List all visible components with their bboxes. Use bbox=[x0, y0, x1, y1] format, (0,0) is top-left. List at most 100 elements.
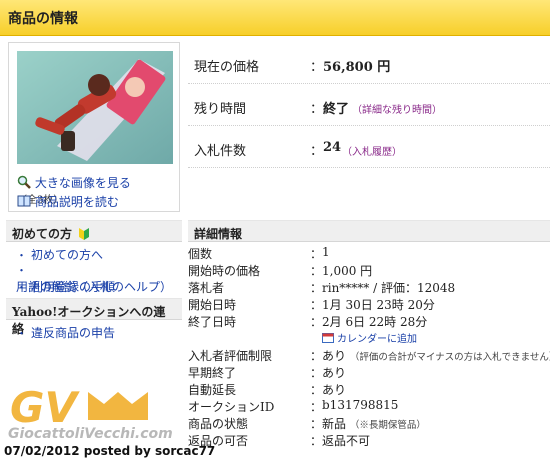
detail-value: b131798815 bbox=[322, 398, 399, 412]
value-note: （※長期保管品） bbox=[349, 420, 426, 431]
description-link[interactable]: 商品説明を読む bbox=[17, 193, 181, 209]
detail-label: 早期終了 bbox=[188, 366, 237, 380]
header-bar: 商品の情報 bbox=[0, 0, 550, 36]
beginners-heading: 初めての方 bbox=[6, 220, 182, 242]
time-left-label: 残り時間 bbox=[194, 102, 247, 117]
summary-table: 現在の価格 ： 56,800 円 残り時間 ： 終了 （詳細な残り時間） 入札件… bbox=[188, 42, 550, 168]
bullet: ・ bbox=[16, 281, 27, 294]
beginners-title: 初めての方 bbox=[12, 227, 73, 241]
bullet: ・ bbox=[16, 249, 27, 262]
detail-row: 入札者評価制限 ： あり （評価の合計がマイナスの方は入札できません） bbox=[188, 346, 550, 363]
detail-value: 2月 6日 22時 28分 bbox=[322, 315, 428, 329]
price-row: 現在の価格 ： 56,800 円 bbox=[188, 42, 550, 84]
details-title: 詳細情報 bbox=[194, 227, 243, 241]
detail-label: 落札者 bbox=[188, 281, 225, 295]
calendar-label[interactable]: カレンダーに追加 bbox=[337, 334, 417, 345]
sidebar-item-glossary[interactable]: ・用語の解説（入札のヘルプ） bbox=[16, 262, 182, 294]
detail-label: 開始日時 bbox=[188, 298, 237, 312]
image-panel: 大きな画像を見る （全3枚） 商品説明を読む bbox=[8, 42, 180, 212]
detail-value: 返品不可 bbox=[322, 434, 371, 448]
sidebar-item-label[interactable]: 違反商品の申告 bbox=[31, 326, 115, 340]
watermark-logo: GV bbox=[10, 383, 148, 430]
bids-value: 24 bbox=[323, 140, 342, 155]
beginners-section: 初めての方 ・初めての方へ ・用語の解説（入札のヘルプ） ・利用登録の手順 bbox=[6, 220, 182, 294]
detail-colon: ： bbox=[310, 281, 323, 295]
value-text: 新品 bbox=[322, 417, 347, 431]
detail-value: あり （評価の合計がマイナスの方は入札できません） bbox=[322, 347, 550, 364]
crown-icon bbox=[88, 392, 148, 420]
detail-row: 早期終了 ： あり bbox=[188, 363, 550, 380]
time-left-detail-link[interactable]: （詳細な残り時間） bbox=[352, 101, 442, 116]
detail-label: 自動延長 bbox=[188, 383, 237, 397]
beginner-leaf-icon bbox=[79, 228, 90, 240]
bid-history-link[interactable]: （入札履歴） bbox=[342, 143, 402, 158]
detail-colon: ： bbox=[310, 417, 323, 431]
large-image-link[interactable]: 大きな画像を見る （全3枚） bbox=[17, 174, 181, 206]
beginners-list: ・初めての方へ ・用語の解説（入札のヘルプ） ・利用登録の手順 bbox=[6, 242, 182, 294]
sidebar-item-beginners-guide[interactable]: ・初めての方へ bbox=[16, 246, 182, 262]
detail-colon: ： bbox=[310, 366, 323, 380]
detail-value: 1,000 円 bbox=[322, 264, 373, 278]
time-left-colon: ： bbox=[310, 102, 324, 117]
bullet: ・ bbox=[16, 327, 27, 340]
detail-colon: ： bbox=[310, 434, 323, 448]
bids-row: 入札件数 ： 24 （入札履歴） bbox=[188, 126, 550, 168]
calendar-row: カレンダーに追加 bbox=[188, 329, 550, 346]
detail-colon: ： bbox=[310, 315, 323, 329]
watermark-posted: 07/02/2012 posted by sorcac77 bbox=[4, 444, 216, 458]
large-image-label[interactable]: 大きな画像を見る bbox=[35, 176, 131, 190]
detail-label: 個数 bbox=[188, 247, 213, 261]
bullet: ・ bbox=[16, 264, 27, 277]
detail-value: あり bbox=[322, 383, 347, 397]
detail-label: 商品の状態 bbox=[188, 417, 249, 431]
detail-row: オークションID ： b131798815 bbox=[188, 397, 550, 414]
details-table: 個数 ： 1 開始時の価格 ： 1,000 円 落札者 ： rin***** /… bbox=[188, 244, 550, 448]
detail-row: 開始時の価格 ： 1,000 円 bbox=[188, 261, 550, 278]
sidebar-item-label[interactable]: 利用登録の手順 bbox=[31, 280, 115, 294]
bids-colon: ： bbox=[310, 144, 324, 159]
detail-label: 開始時の価格 bbox=[188, 264, 261, 278]
detail-colon: ： bbox=[310, 400, 323, 414]
detail-value: 1月 30日 23時 20分 bbox=[322, 298, 435, 312]
contact-heading: Yahoo!オークションへの連絡 bbox=[6, 298, 182, 336]
detail-row: 開始日時 ： 1月 30日 23時 20分 bbox=[188, 295, 550, 312]
detail-label: 終了日時 bbox=[188, 315, 237, 329]
calendar-icon bbox=[322, 333, 334, 343]
detail-row: 落札者 ： rin***** / 評価：12048 bbox=[188, 278, 550, 295]
detail-row: 返品の可否 ： 返品不可 bbox=[188, 431, 550, 448]
detail-colon: ： bbox=[310, 383, 323, 397]
time-left-value: 終了 bbox=[323, 102, 350, 117]
book-icon bbox=[17, 195, 31, 207]
price-value: 56,800 円 bbox=[323, 60, 391, 75]
contact-list: ・違反商品の申告 bbox=[6, 320, 182, 340]
value-text: あり bbox=[322, 349, 347, 363]
description-label[interactable]: 商品説明を読む bbox=[35, 195, 119, 209]
sidebar-item-label[interactable]: 初めての方へ bbox=[31, 248, 103, 262]
detail-row: 終了日時 ： 2月 6日 22時 28分 bbox=[188, 312, 550, 329]
detail-row: 自動延長 ： あり bbox=[188, 380, 550, 397]
detail-row: 商品の状態 ： 新品 （※長期保管品） bbox=[188, 414, 550, 431]
product-thumbnail[interactable] bbox=[17, 51, 173, 164]
watermark-logo-text: GV bbox=[10, 383, 80, 430]
detail-label: 入札者評価制限 bbox=[188, 349, 273, 363]
detail-colon: ： bbox=[310, 247, 323, 261]
watermark-site: GiocattoliVecchi.com bbox=[8, 426, 173, 442]
price-colon: ： bbox=[310, 60, 324, 75]
bids-label: 入札件数 bbox=[194, 144, 247, 159]
detail-value: 1 bbox=[322, 245, 330, 259]
detail-colon: ： bbox=[310, 264, 323, 278]
detail-value: rin***** / 評価：12048 bbox=[322, 281, 456, 295]
calendar-link[interactable]: カレンダーに追加 bbox=[322, 330, 417, 345]
contact-section: Yahoo!オークションへの連絡 ・違反商品の申告 bbox=[6, 298, 182, 340]
detail-colon: ： bbox=[310, 349, 323, 363]
price-label: 現在の価格 bbox=[194, 60, 260, 75]
time-left-row: 残り時間 ： 終了 （詳細な残り時間） bbox=[188, 84, 550, 126]
magnifier-icon bbox=[17, 175, 31, 189]
detail-colon: ： bbox=[310, 298, 323, 312]
detail-value: 新品 （※長期保管品） bbox=[322, 415, 426, 432]
details-heading: 詳細情報 bbox=[188, 220, 550, 242]
detail-label: オークションID bbox=[188, 400, 275, 414]
sidebar-item-report[interactable]: ・違反商品の申告 bbox=[16, 324, 182, 340]
detail-row: 個数 ： 1 bbox=[188, 244, 550, 261]
page-title: 商品の情報 bbox=[8, 11, 78, 27]
